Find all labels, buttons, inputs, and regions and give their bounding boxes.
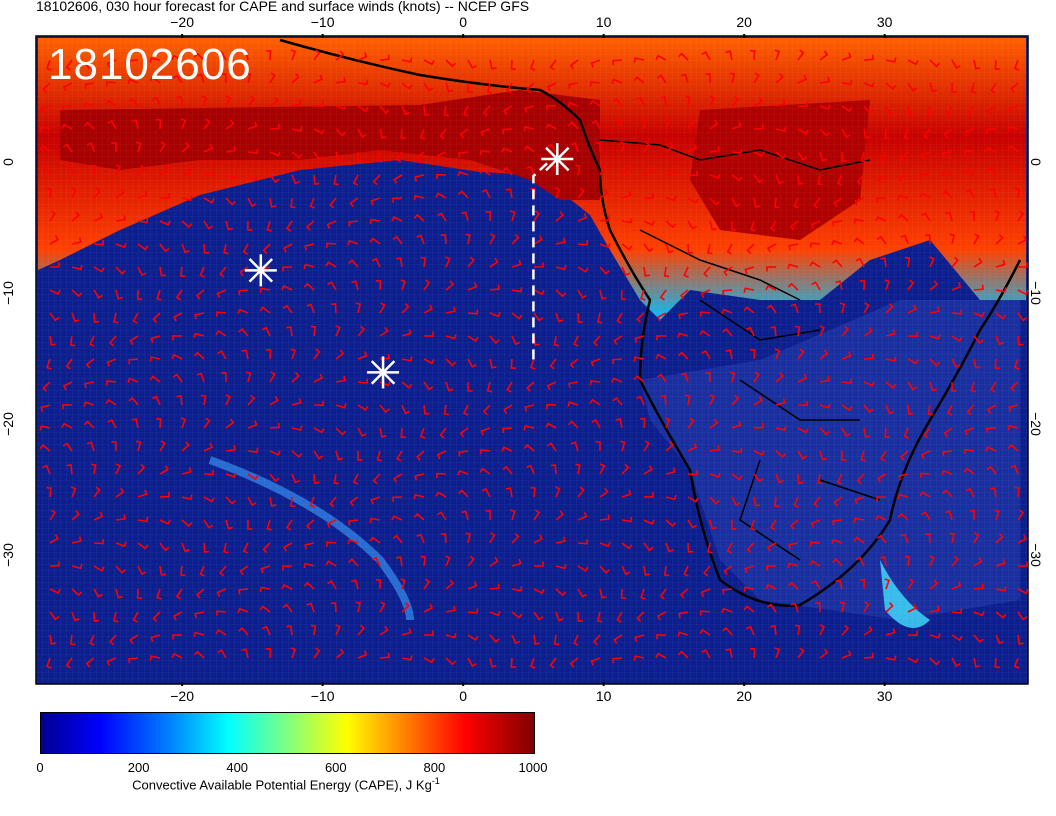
lon-tick-top: 0 bbox=[459, 14, 468, 30]
lon-tick-mark bbox=[181, 34, 184, 38]
lat-tick-right: 0 bbox=[1028, 158, 1044, 166]
lon-tick-mark bbox=[602, 34, 605, 38]
lat-tick-right: −20 bbox=[1028, 411, 1044, 436]
lon-tick-bottom: 30 bbox=[876, 688, 893, 704]
colorbar-tick: 400 bbox=[226, 760, 249, 775]
lon-tick-mark bbox=[883, 682, 886, 686]
colorbar-tick: 200 bbox=[127, 760, 150, 775]
lon-tick-mark bbox=[462, 34, 465, 38]
lon-tick-mark bbox=[743, 682, 746, 686]
colorbar-tick: 1000 bbox=[518, 760, 548, 775]
site-asterisk-3 bbox=[367, 356, 400, 389]
colorbar-label: Convective Available Potential Energy (C… bbox=[132, 776, 440, 793]
lat-tick-left: 0 bbox=[0, 158, 16, 166]
site-asterisk-1 bbox=[541, 143, 574, 176]
colorbar-tick: 0 bbox=[36, 760, 44, 775]
lon-tick-top: −20 bbox=[170, 14, 194, 30]
site-asterisk-2 bbox=[244, 254, 277, 287]
lon-tick-mark bbox=[321, 682, 324, 686]
lon-tick-mark bbox=[462, 682, 465, 686]
lon-tick-top: 10 bbox=[595, 14, 612, 30]
lon-tick-bottom: −20 bbox=[170, 688, 194, 704]
colorbar-tick: 800 bbox=[423, 760, 446, 775]
lat-tick-right: −10 bbox=[1028, 281, 1044, 305]
lon-tick-bottom: −10 bbox=[310, 688, 335, 704]
lat-tick-left: −10 bbox=[0, 281, 16, 305]
lat-tick-left: −20 bbox=[0, 411, 16, 436]
lon-tick-mark bbox=[321, 34, 324, 38]
lon-tick-mark bbox=[181, 682, 184, 686]
date-stamp: 18102606 bbox=[48, 40, 252, 89]
lon-tick-top: 30 bbox=[876, 14, 893, 30]
lon-tick-bottom: 10 bbox=[595, 688, 612, 704]
cape-colorbar bbox=[40, 712, 535, 754]
map-canvas[interactable] bbox=[0, 0, 1056, 700]
colorbar-tick: 600 bbox=[324, 760, 347, 775]
lon-tick-bottom: 0 bbox=[459, 688, 468, 704]
lon-tick-mark bbox=[602, 682, 605, 686]
lon-tick-mark bbox=[883, 34, 886, 38]
lon-tick-bottom: 20 bbox=[736, 688, 752, 704]
lon-tick-top: −10 bbox=[310, 14, 335, 30]
lon-tick-mark bbox=[743, 34, 746, 38]
lat-tick-right: −30 bbox=[1028, 542, 1044, 567]
lat-tick-left: −30 bbox=[0, 542, 16, 567]
lon-tick-top: 20 bbox=[736, 14, 752, 30]
